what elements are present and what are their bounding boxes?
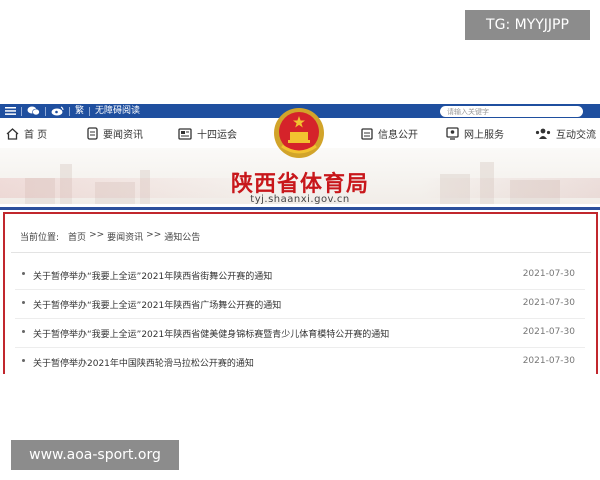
- content-panel: 当前位置: 首页 >> 要闻资讯 >> 通知公告 关于暂停举办“我要上全运”20…: [3, 212, 598, 374]
- notice-row[interactable]: 关于暂停举办“我要上全运”2021年陕西省广场舞公开赛的通知 2021-07-3…: [15, 289, 585, 319]
- nav-label: 互动交流: [556, 130, 596, 141]
- clipboard-icon: [361, 128, 373, 140]
- nav-item-home[interactable]: 首 页: [6, 126, 47, 141]
- watermark-badge-bottom: www.aoa-sport.org: [11, 440, 179, 470]
- nav-item-news[interactable]: 要闻资讯: [87, 126, 143, 141]
- nav-label: 首 页: [24, 130, 48, 141]
- notice-date: 2021-07-30: [522, 356, 575, 366]
- monitor-user-icon: [446, 127, 459, 140]
- home-icon: [6, 127, 19, 140]
- breadcrumb-separator: >>: [146, 230, 162, 240]
- bullet-icon: [22, 359, 25, 362]
- nav-item-games[interactable]: 十四运会: [178, 126, 237, 141]
- breadcrumb-separator: >>: [89, 230, 105, 240]
- notice-date: 2021-07-30: [522, 298, 575, 308]
- bullet-icon: [22, 272, 25, 275]
- breadcrumb: 当前位置: 首页 >> 要闻资讯 >> 通知公告: [20, 230, 200, 243]
- watermark-badge-top: TG: MYYJJPP: [465, 10, 590, 40]
- bullet-icon: [22, 301, 25, 304]
- site-domain: tyj.shaanxi.gov.cn: [250, 194, 350, 205]
- notice-row[interactable]: 关于暂停举办“我要上全运”2021年陕西省街舞公开赛的通知 2021-07-30: [15, 260, 585, 290]
- breadcrumb-news-link[interactable]: 要闻资讯: [107, 230, 143, 243]
- weibo-icon[interactable]: [46, 104, 69, 118]
- traditional-chinese-link[interactable]: 繁: [70, 104, 89, 118]
- notice-title-link[interactable]: 关于暂停举办“我要上全运”2021年陕西省街舞公开赛的通知: [33, 269, 272, 282]
- nav-item-interact[interactable]: 互动交流: [535, 126, 596, 141]
- accessible-reading-link[interactable]: 无障碍阅读: [90, 104, 145, 118]
- nav-label: 十四运会: [197, 130, 237, 141]
- notice-row[interactable]: 关于暂停举办2021年中国陕西轮滑马拉松公开赛的通知 2021-07-30: [15, 347, 585, 374]
- search-input[interactable]: 请输入关键字: [440, 106, 583, 117]
- notice-title-link[interactable]: 关于暂停举办“我要上全运”2021年陕西省健美健身锦标赛暨青少儿体育模特公开赛的…: [33, 327, 389, 340]
- nav-label: 网上服务: [464, 130, 504, 141]
- document-icon: [87, 127, 98, 140]
- national-emblem-icon: [274, 108, 324, 158]
- notice-date: 2021-07-30: [522, 269, 575, 279]
- notice-title-link[interactable]: 关于暂停举办2021年中国陕西轮滑马拉松公开赛的通知: [33, 356, 254, 369]
- nav-item-service[interactable]: 网上服务: [446, 126, 504, 141]
- nav-item-info[interactable]: 信息公开: [361, 126, 418, 141]
- people-icon: [535, 128, 551, 139]
- notice-date: 2021-07-30: [522, 327, 575, 337]
- newspaper-icon: [178, 127, 192, 140]
- breadcrumb-home-link[interactable]: 首页: [68, 230, 86, 243]
- breadcrumb-label: 当前位置:: [20, 233, 60, 243]
- notice-row[interactable]: 关于暂停举办“我要上全运”2021年陕西省健美健身锦标赛暨青少儿体育模特公开赛的…: [15, 318, 585, 348]
- screenshot-area: 繁 无障碍阅读 请输入关键字 首 页 要闻资讯 十四运会 信息公开 网上服务 互…: [0, 104, 600, 374]
- divider: [11, 252, 591, 253]
- header-divider: [0, 207, 600, 210]
- nav-label: 要闻资讯: [103, 130, 143, 141]
- wechat-icon[interactable]: [22, 104, 45, 118]
- search-placeholder: 请输入关键字: [447, 107, 489, 116]
- bullet-icon: [22, 330, 25, 333]
- menu-icon[interactable]: [0, 104, 21, 118]
- nav-label: 信息公开: [378, 130, 418, 141]
- breadcrumb-notice-link[interactable]: 通知公告: [164, 230, 200, 243]
- notice-title-link[interactable]: 关于暂停举办“我要上全运”2021年陕西省广场舞公开赛的通知: [33, 298, 281, 311]
